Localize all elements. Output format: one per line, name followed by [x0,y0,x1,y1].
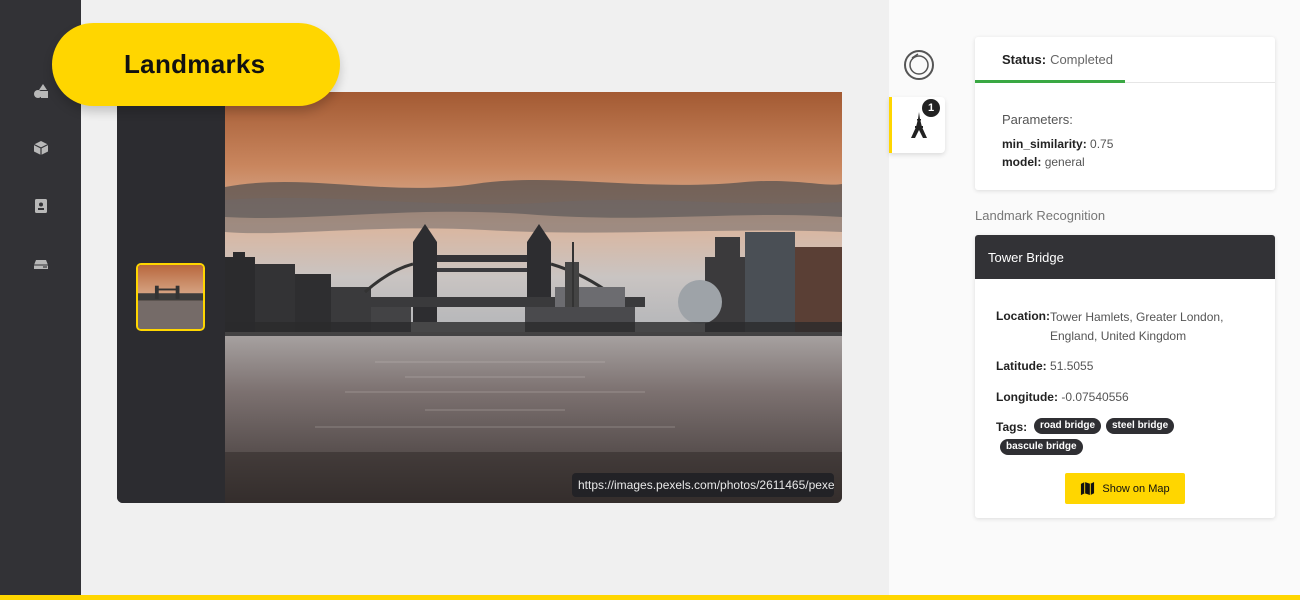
show-on-map-label: Show on Map [1102,482,1170,495]
param-min-similarity: min_similarity: 0.75 [1002,137,1113,151]
tags-key: Tags: [996,420,1028,434]
landmark-count-badge: 1 [922,99,940,117]
status-text: Status: Completed [1002,52,1113,67]
location-value: Tower Hamlets, Greater London, England, … [1050,310,1224,343]
param-model-value: general [1044,155,1085,169]
location-key: Location: [996,309,1050,323]
thumbnail-selected[interactable] [136,263,205,331]
status-underline [975,80,1125,83]
param-min-similarity-value: 0.75 [1090,137,1114,151]
param-model-key: model: [1002,155,1042,169]
status-card: Status: Completed Parameters: min_similar… [975,37,1275,190]
tag-steel-bridge[interactable]: steel bridge [1106,418,1175,434]
status-tab[interactable]: Status: Completed [975,37,1275,83]
tag-road-bridge[interactable]: road bridge [1034,418,1102,434]
main-landmark-image [225,92,842,503]
landmark-result-card: Tower Bridge Location: Tower Hamlets, Gr… [975,235,1275,518]
longitude-key: Longitude: [996,390,1058,404]
map-icon [1081,481,1095,496]
landmark-name: Tower Bridge [975,235,1275,279]
parameters-label: Parameters: [1002,112,1073,127]
param-min-similarity-key: min_similarity: [1002,137,1087,151]
longitude-row: Longitude: -0.07540556 [996,390,1129,404]
image-url-label: https://images.pexels.com/photos/2611465… [572,473,834,497]
latitude-value: 51.5055 [1050,359,1094,373]
page-title: Landmarks [124,49,266,79]
thumbnail-strip [117,92,225,503]
contact-book-icon[interactable] [33,198,49,214]
tag-bascule-bridge[interactable]: bascule bridge [1000,439,1083,455]
cube-icon[interactable] [33,140,49,156]
refresh-circle-icon[interactable] [902,48,936,82]
status-label: Status: [1002,52,1047,67]
page-title-pill: Landmarks [52,23,340,106]
section-title: Landmark Recognition [975,208,1106,223]
bottom-accent-bar [0,595,1300,600]
status-value: Completed [1050,52,1113,67]
shapes-icon[interactable] [33,83,49,99]
param-model: model: general [1002,155,1085,169]
storage-drive-icon[interactable] [33,256,49,272]
image-viewer [117,92,842,503]
longitude-value: -0.07540556 [1061,390,1129,404]
show-on-map-button[interactable]: Show on Map [1065,473,1185,504]
latitude-key: Latitude: [996,359,1047,373]
latitude-row: Latitude: 51.5055 [996,359,1093,373]
